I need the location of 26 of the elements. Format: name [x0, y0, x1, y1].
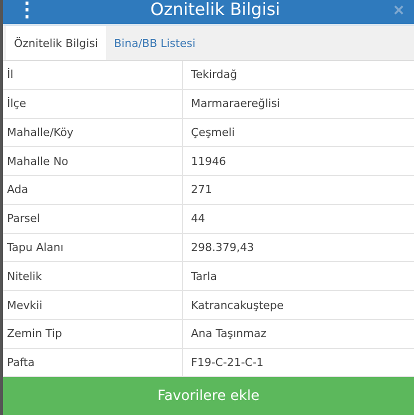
attribute-value: F19-C-21-C-1: [190, 355, 265, 372]
attribute-value: Tarla: [190, 268, 218, 285]
attribute-name: Mevkii: [3, 291, 183, 319]
attribute-name: İlçe: [3, 90, 183, 118]
attribute-value: Ana Taşınmaz: [190, 326, 268, 342]
attribute-value: 44: [190, 211, 206, 228]
attribute-name: Tapu Alanı: [3, 234, 183, 262]
tab[interactable]: Öznitelik Bilgisi: [6, 26, 106, 60]
attribute-value: Katrancakuştepe: [190, 298, 285, 314]
attribute-value: Marmaraereğlisi: [190, 96, 281, 112]
attribute-value: 271: [190, 182, 213, 198]
attribute-name: Mahalle/Köy: [3, 118, 183, 146]
attribute-name: Parsel: [3, 204, 183, 233]
attribute-value: 298.379,43: [190, 240, 255, 256]
attribute-name: Ada: [3, 176, 183, 204]
attribute-name: İl: [3, 61, 183, 89]
window-title: Oznitelik Bilgisi: [150, 0, 280, 20]
add-favorites-button[interactable]: Favorilere ekle: [3, 377, 414, 415]
tab[interactable]: Bina/BB Listesi: [106, 26, 204, 60]
attribute-value: 11946: [190, 154, 227, 170]
attribute-name: Pafta: [3, 348, 183, 376]
attribute-value: Tekirdağ: [190, 67, 238, 84]
attribute-value: Çeşmeli: [190, 124, 236, 141]
attribute-name: Zemin Tip: [3, 320, 183, 348]
attribute-name: Mahalle No: [3, 147, 183, 176]
attribute-name: Nitelik: [3, 262, 183, 290]
